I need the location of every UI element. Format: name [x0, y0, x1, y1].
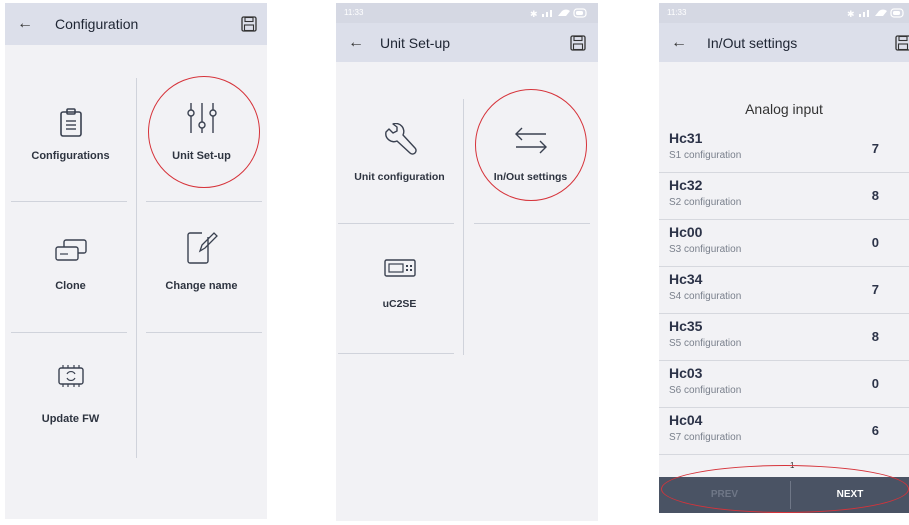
parameter-code: Hc00 — [669, 224, 703, 240]
parameter-value: 6 — [871, 423, 879, 438]
setting-row[interactable]: Hc32 S2 configuration 8 — [659, 173, 909, 220]
status-bar: 11:33 ✱ — [659, 3, 909, 23]
section-title: Analog input — [745, 101, 823, 117]
back-arrow-icon[interactable]: ← — [17, 15, 33, 33]
tile-configurations[interactable]: Configurations — [5, 83, 136, 201]
parameter-value: 0 — [871, 376, 879, 391]
grid-divider — [11, 201, 127, 202]
save-icon[interactable] — [241, 16, 257, 32]
grid-divider — [11, 332, 127, 333]
setting-row[interactable]: Hc04 S7 configuration 6 — [659, 408, 909, 455]
save-icon[interactable] — [570, 34, 586, 51]
edit-document-icon — [186, 232, 218, 264]
grid-divider — [338, 223, 454, 224]
parameter-code: Hc32 — [669, 177, 703, 193]
grid-divider — [146, 332, 262, 333]
tile-update-fw[interactable]: Update FW — [5, 343, 136, 461]
parameter-code: Hc35 — [669, 318, 703, 334]
clone-devices-icon — [54, 239, 87, 261]
status-bar: 11:33 ✱ — [336, 3, 598, 23]
parameter-description: S3 configuration — [669, 244, 742, 255]
parameter-code: Hc34 — [669, 271, 703, 287]
setting-row[interactable]: Hc35 S5 configuration 8 — [659, 314, 909, 361]
tile-label: uC2SE — [382, 298, 417, 310]
clipboard-icon — [59, 108, 82, 137]
parameter-description: S7 configuration — [669, 432, 742, 443]
tile-label: Update FW — [41, 413, 100, 425]
parameter-value: 7 — [871, 141, 879, 156]
tile-label: Configurations — [31, 150, 110, 162]
parameter-description: S2 configuration — [669, 197, 742, 208]
app-bar: ← Unit Set-up — [336, 23, 598, 62]
configuration-screen: ← Configuration Configurations Unit Set-… — [5, 3, 267, 519]
parameter-code: Hc31 — [669, 130, 703, 146]
setting-row[interactable]: Hc00 S3 configuration 0 — [659, 220, 909, 267]
tile-label: Change name — [165, 280, 238, 292]
parameter-value: 7 — [871, 282, 879, 297]
page-title: Configuration — [55, 16, 139, 32]
status-icons: ✱ — [847, 8, 904, 19]
tile-uc2se[interactable]: uC2SE — [336, 235, 463, 353]
back-arrow-icon[interactable]: ← — [671, 34, 687, 52]
in-out-settings-screen: 11:33 ✱ ← In/Out settings Analog input H… — [659, 3, 909, 513]
status-time: 11:33 — [667, 8, 687, 17]
back-arrow-icon[interactable]: ← — [348, 34, 364, 52]
parameter-value: 8 — [871, 329, 879, 344]
status-time: 11:33 — [344, 8, 364, 17]
setting-row[interactable]: Hc31 S1 configuration 7 — [659, 126, 909, 173]
svg-text:✱: ✱ — [530, 10, 538, 19]
firmware-chip-icon — [57, 365, 84, 387]
page-title: In/Out settings — [707, 34, 798, 51]
page-title: Unit Set-up — [380, 34, 451, 51]
grid-divider — [338, 353, 454, 354]
tile-change-name[interactable]: Change name — [136, 213, 267, 331]
unit-setup-screen: 11:33 ✱ ← Unit Set-up Unit configuration — [336, 3, 598, 521]
parameter-description: S6 configuration — [669, 385, 742, 396]
wrench-icon — [384, 123, 417, 155]
app-bar: ← Configuration — [5, 3, 267, 45]
grid-divider — [146, 201, 262, 202]
grid-divider — [474, 223, 590, 224]
svg-text:✱: ✱ — [847, 10, 855, 19]
setting-row[interactable]: Hc03 S6 configuration 0 — [659, 361, 909, 408]
parameter-description: S5 configuration — [669, 338, 742, 349]
parameter-code: Hc03 — [669, 365, 703, 381]
tile-unit-configuration[interactable]: Unit configuration — [336, 103, 463, 221]
highlight-circle — [475, 89, 587, 201]
parameter-description: S1 configuration — [669, 150, 742, 161]
app-bar: ← In/Out settings — [659, 23, 909, 62]
tile-label: Unit configuration — [354, 171, 445, 183]
parameter-value: 0 — [871, 235, 879, 250]
highlight-circle — [148, 76, 260, 188]
parameter-description: S4 configuration — [669, 291, 742, 302]
setting-row[interactable]: Hc34 S4 configuration 7 — [659, 267, 909, 314]
tile-clone[interactable]: Clone — [5, 213, 136, 331]
tile-label: Clone — [55, 280, 86, 292]
controller-device-icon — [383, 259, 416, 277]
parameter-value: 8 — [871, 188, 879, 203]
highlight-ellipse — [661, 465, 909, 513]
save-icon[interactable] — [895, 34, 909, 51]
parameter-code: Hc04 — [669, 412, 703, 428]
status-icons: ✱ — [530, 8, 587, 19]
